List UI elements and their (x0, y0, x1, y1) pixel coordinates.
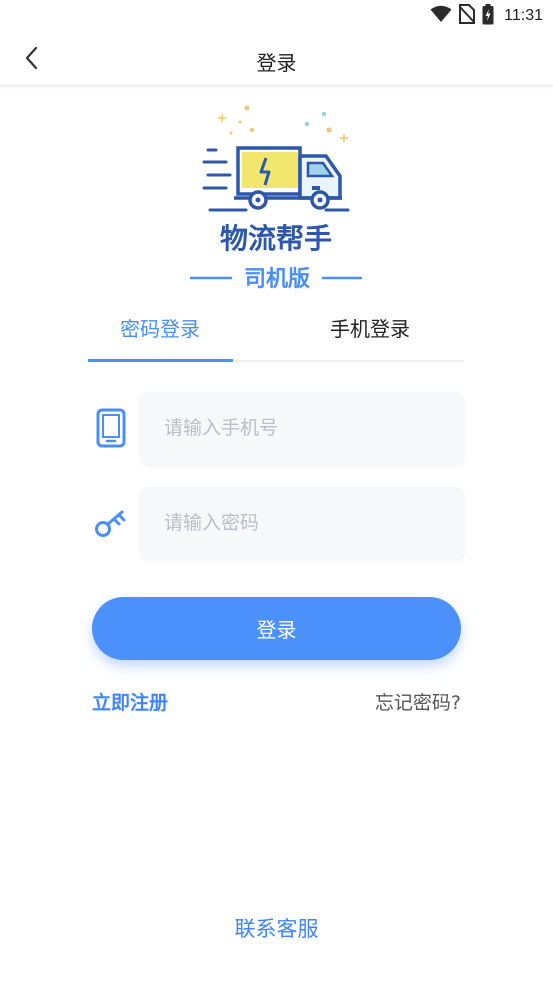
app-edition: 司机版 (244, 267, 310, 292)
phone-icon (92, 406, 130, 450)
tab-password-login[interactable]: 密码登录 (88, 312, 232, 360)
nav-bar: 登录 (0, 34, 553, 86)
page-title: 登录 (256, 51, 297, 75)
status-time: 11:31 (504, 7, 543, 24)
active-tab-indicator (88, 359, 233, 362)
status-bar: 11:31 (0, 0, 553, 34)
password-field-row (92, 487, 464, 559)
tab-phone-login[interactable]: 手机登录 (298, 312, 442, 360)
battery-charging-icon (482, 3, 494, 29)
no-sim-icon (459, 4, 476, 28)
status-icons: 11:31 (430, 3, 543, 29)
app-logo: 物流帮手 司机版 (186, 100, 366, 295)
wifi-icon (430, 5, 452, 27)
register-link[interactable]: 立即注册 (92, 688, 168, 715)
password-input[interactable] (140, 487, 464, 559)
phone-input[interactable] (140, 392, 464, 464)
login-tabs: 密码登录 手机登录 (88, 304, 464, 362)
phone-field-row (92, 392, 464, 464)
forgot-password-link[interactable]: 忘记密码? (375, 688, 461, 715)
key-icon (92, 501, 130, 545)
contact-service-link[interactable]: 联系客服 (235, 917, 319, 941)
app-name: 物流帮手 (220, 222, 332, 255)
truck-logo-icon: 物流帮手 司机版 (190, 105, 362, 292)
contact-service-row: 联系客服 (0, 913, 553, 943)
login-button[interactable]: 登录 (92, 597, 461, 660)
